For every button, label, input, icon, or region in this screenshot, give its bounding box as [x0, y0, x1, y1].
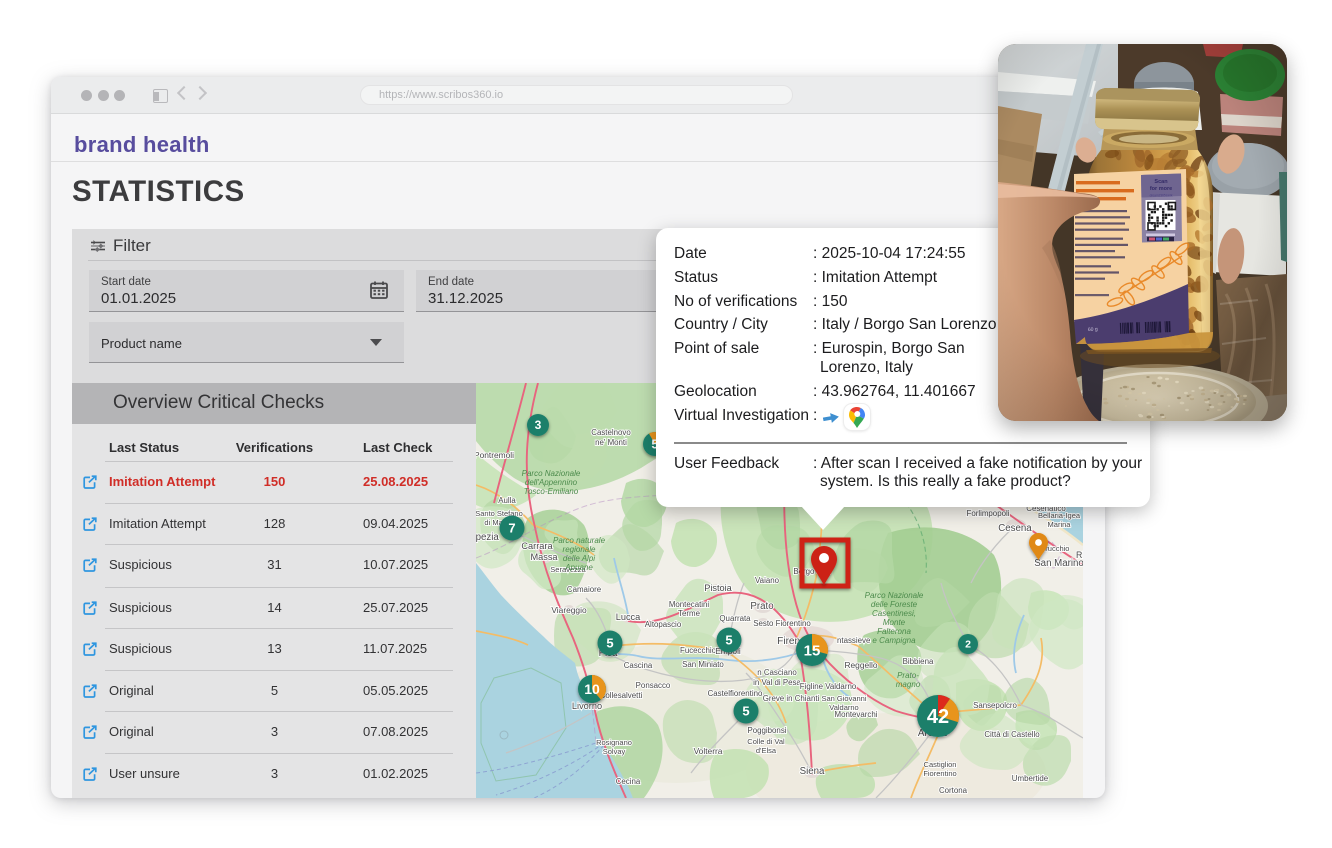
svg-text:d'Elsa: d'Elsa	[756, 746, 777, 755]
svg-text:Montevarchi: Montevarchi	[835, 710, 878, 719]
svg-text:Massa: Massa	[530, 552, 558, 562]
svg-text:Cortona: Cortona	[939, 786, 968, 795]
svg-text:Monte: Monte	[883, 618, 906, 627]
svg-text:Castiglion: Castiglion	[924, 760, 957, 769]
svg-text:Tosco-Emiliano: Tosco-Emiliano	[524, 487, 579, 496]
svg-text:Montecatini: Montecatini	[669, 600, 710, 609]
svg-text:10: 10	[584, 681, 600, 697]
svg-text:Colle di Val: Colle di Val	[747, 737, 785, 746]
svg-text:Marina: Marina	[1048, 520, 1072, 529]
svg-text:15: 15	[804, 642, 821, 659]
svg-text:Fucecchio: Fucecchio	[680, 646, 717, 655]
svg-text:Collesalvetti: Collesalvetti	[600, 691, 643, 700]
svg-text:Vaiano: Vaiano	[755, 576, 780, 585]
svg-text:e Campigna: e Campigna	[872, 636, 916, 645]
svg-text:5: 5	[725, 633, 732, 648]
svg-text:delle Foreste: delle Foreste	[871, 600, 918, 609]
svg-text:2: 2	[965, 639, 971, 651]
svg-text:Camaiore: Camaiore	[567, 585, 602, 594]
svg-text:Carrara: Carrara	[521, 541, 553, 551]
svg-text:Parco Nazionale: Parco Nazionale	[522, 469, 581, 478]
svg-text:Aulla: Aulla	[498, 496, 516, 505]
svg-text:Livorno: Livorno	[572, 701, 602, 711]
svg-text:Quarrata: Quarrata	[719, 614, 751, 623]
svg-text:Parco Nazionale: Parco Nazionale	[865, 591, 924, 600]
svg-text:Cascina: Cascina	[624, 661, 653, 670]
svg-text:Bibbiena: Bibbiena	[903, 657, 934, 666]
svg-text:Pistoia: Pistoia	[704, 583, 732, 593]
svg-text:Cesena: Cesena	[998, 523, 1032, 534]
svg-text:Poggibonsi: Poggibonsi	[747, 726, 786, 735]
svg-text:Rosignano: Rosignano	[596, 738, 632, 747]
svg-text:Ponsacco: Ponsacco	[636, 681, 671, 690]
svg-text:Lucca: Lucca	[616, 612, 641, 622]
svg-text:5: 5	[742, 704, 749, 719]
svg-text:Parco naturale: Parco naturale	[553, 536, 606, 545]
svg-text:delle Alpi: delle Alpi	[563, 554, 595, 563]
svg-text:Reggello: Reggello	[844, 660, 877, 670]
svg-text:Figline Valdarno: Figline Valdarno	[800, 682, 857, 691]
svg-text:dell'Appennino: dell'Appennino	[525, 478, 578, 487]
svg-text:Viareggio: Viareggio	[551, 605, 587, 615]
svg-text:Bellaria-Igea: Bellaria-Igea	[1038, 511, 1081, 520]
svg-text:Cecina: Cecina	[616, 777, 641, 786]
svg-text:Città di Castello: Città di Castello	[984, 730, 1040, 739]
svg-text:Apuane: Apuane	[564, 563, 593, 572]
svg-text:Altopascio: Altopascio	[645, 620, 682, 629]
svg-text:Solvay: Solvay	[603, 747, 626, 756]
svg-text:Prato: Prato	[750, 601, 773, 612]
svg-text:Castelfiorentino: Castelfiorentino	[708, 689, 763, 698]
svg-text:San Giovanni: San Giovanni	[821, 694, 866, 703]
svg-text:Terme: Terme	[678, 609, 701, 618]
svg-text:Greve in Chianti: Greve in Chianti	[763, 694, 820, 703]
svg-text:Fiorentino: Fiorentino	[923, 769, 956, 778]
svg-text:Falterona: Falterona	[877, 627, 911, 636]
svg-text:5: 5	[606, 636, 613, 651]
svg-text:regionale: regionale	[563, 545, 596, 554]
svg-text:Pontremoli: Pontremoli	[476, 450, 514, 460]
svg-text:n Casciano: n Casciano	[757, 668, 797, 677]
svg-text:Siena: Siena	[800, 766, 825, 777]
svg-text:7: 7	[508, 521, 515, 536]
svg-text:42: 42	[927, 706, 949, 728]
svg-text:ne' Monti: ne' Monti	[595, 438, 627, 447]
svg-text:Castelnovo: Castelnovo	[591, 428, 631, 437]
svg-text:Volterra: Volterra	[694, 746, 723, 756]
svg-text:in Val di Pesa: in Val di Pesa	[753, 678, 801, 687]
svg-text:Umbertide: Umbertide	[1012, 774, 1049, 783]
svg-text:3: 3	[535, 418, 542, 432]
svg-text:Spezia: Spezia	[476, 532, 499, 543]
svg-text:Casentinesi,: Casentinesi,	[872, 609, 916, 618]
svg-text:Ri: Ri	[1076, 550, 1083, 560]
svg-text:San Miniato: San Miniato	[682, 660, 724, 669]
svg-text:magno: magno	[896, 680, 921, 689]
svg-text:Sansepolcro: Sansepolcro	[973, 701, 1017, 710]
svg-text:Sesto Fiorentino: Sesto Fiorentino	[753, 619, 811, 628]
svg-text:Forlimpopoli: Forlimpopoli	[967, 509, 1010, 518]
svg-text:Prato-: Prato-	[897, 671, 919, 680]
svg-text:ntassieve: ntassieve	[837, 636, 871, 645]
